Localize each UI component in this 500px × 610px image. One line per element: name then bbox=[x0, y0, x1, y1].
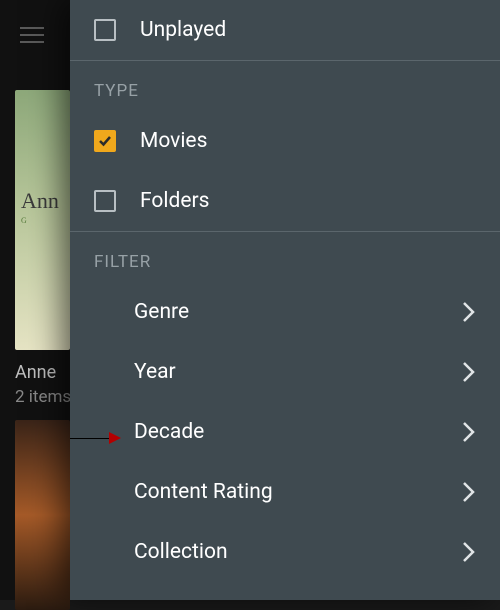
chevron-right-icon bbox=[462, 481, 476, 503]
chevron-right-icon bbox=[462, 301, 476, 323]
filter-label: Collection bbox=[134, 540, 228, 564]
hamburger-menu-icon[interactable] bbox=[20, 27, 44, 43]
poster-title-fragment: Ann bbox=[21, 190, 59, 212]
filter-label: Content Rating bbox=[134, 480, 273, 504]
library-item-subtitle: 2 items bbox=[15, 387, 71, 407]
filter-panel: Unplayed TYPE Movies Folders FILTER Genr… bbox=[70, 0, 500, 600]
section-header-filter: FILTER bbox=[70, 232, 500, 282]
checkbox-icon[interactable] bbox=[94, 190, 116, 212]
library-poster: Ann G bbox=[15, 90, 70, 350]
checkbox-icon[interactable] bbox=[94, 19, 116, 41]
filter-content-rating[interactable]: Content Rating bbox=[70, 462, 500, 522]
option-unplayed[interactable]: Unplayed bbox=[70, 0, 500, 60]
type-movies[interactable]: Movies bbox=[70, 111, 500, 171]
section-header-type: TYPE bbox=[70, 61, 500, 111]
filter-genre[interactable]: Genre bbox=[70, 282, 500, 342]
type-folders[interactable]: Folders bbox=[70, 171, 500, 231]
chevron-right-icon bbox=[462, 541, 476, 563]
filter-year[interactable]: Year bbox=[70, 342, 500, 402]
library-poster bbox=[15, 420, 70, 610]
filter-decade[interactable]: Decade bbox=[70, 402, 500, 462]
library-item-caption: Anne 2 items bbox=[15, 362, 71, 407]
chevron-right-icon bbox=[462, 361, 476, 383]
chevron-right-icon bbox=[462, 421, 476, 443]
library-item-title: Anne bbox=[15, 362, 71, 383]
filter-label: Year bbox=[134, 360, 176, 384]
filter-label: Decade bbox=[134, 420, 204, 444]
type-label: Folders bbox=[140, 189, 209, 213]
poster-subtitle-fragment: G bbox=[21, 216, 27, 225]
checkbox-icon[interactable] bbox=[94, 130, 116, 152]
type-label: Movies bbox=[140, 129, 207, 153]
filter-label: Genre bbox=[134, 300, 189, 324]
filter-collection[interactable]: Collection bbox=[70, 522, 500, 582]
option-label: Unplayed bbox=[140, 18, 226, 42]
